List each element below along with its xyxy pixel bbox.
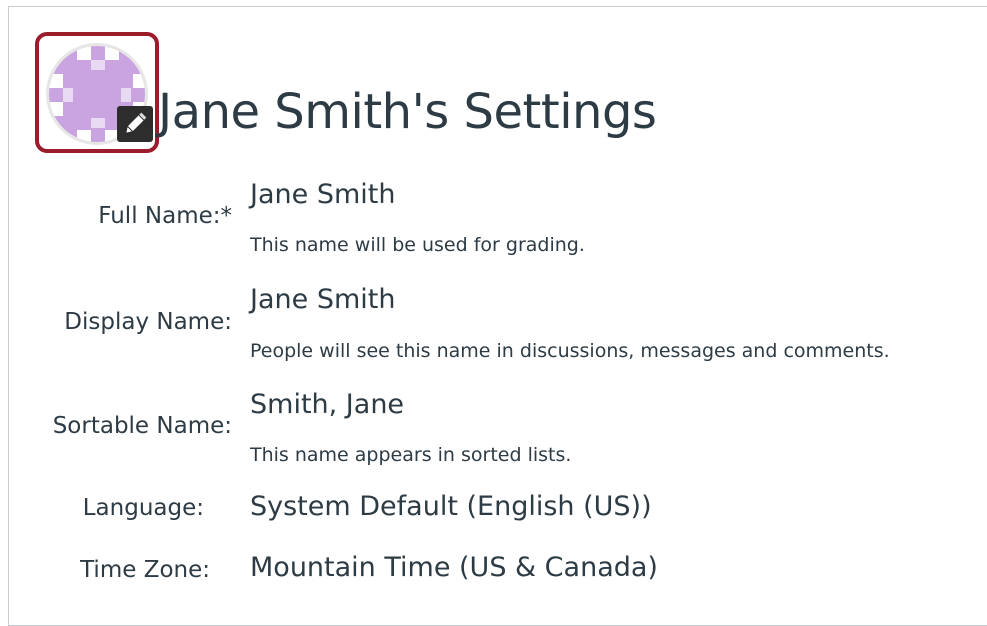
full-name-value: Jane Smith <box>250 179 396 210</box>
display-name-hint: People will see this name in discussions… <box>250 340 890 362</box>
time-zone-value: Mountain Time (US & Canada) <box>250 552 658 583</box>
display-name-value: Jane Smith <box>250 284 396 315</box>
page-title: Jane Smith's Settings <box>158 84 657 140</box>
display-name-label: Display Name: <box>64 309 232 335</box>
profile-avatar-button[interactable] <box>35 32 159 153</box>
language-value: System Default (English (US)) <box>250 491 652 522</box>
sortable-name-label: Sortable Name: <box>52 413 232 439</box>
full-name-hint: This name will be used for grading. <box>250 234 585 256</box>
pencil-icon <box>125 111 148 134</box>
full-name-label: Full Name:* <box>98 203 232 229</box>
sortable-name-hint: This name appears in sorted lists. <box>250 444 572 466</box>
language-label: Language: <box>82 495 204 521</box>
edit-avatar-badge[interactable] <box>117 106 153 142</box>
sortable-name-value: Smith, Jane <box>250 389 405 420</box>
time-zone-label: Time Zone: <box>80 557 210 583</box>
